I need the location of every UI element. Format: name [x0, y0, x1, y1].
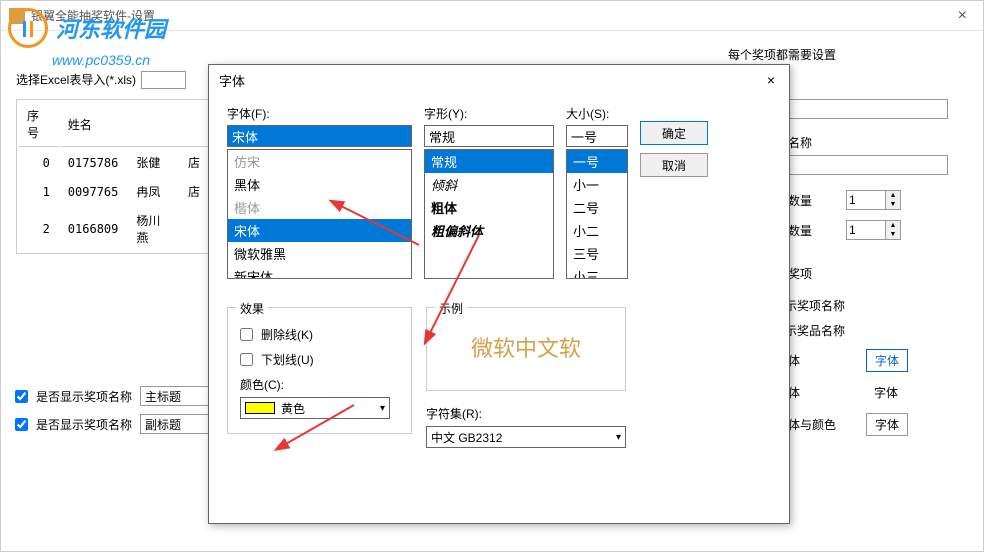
- cancel-button[interactable]: 取消: [640, 153, 708, 177]
- import-path-input[interactable]: [141, 71, 186, 89]
- font-prize-button[interactable]: 字体: [866, 349, 908, 372]
- list-item[interactable]: 一号: [567, 150, 627, 173]
- size-input[interactable]: [566, 125, 628, 147]
- list-item[interactable]: 仿宋: [228, 150, 411, 173]
- font-listbox[interactable]: 仿宋 黑体 楷体 宋体 微软雅黑 新宋体 珠穆朗玛—乌金苏通体: [227, 149, 412, 279]
- list-item[interactable]: 二号: [567, 196, 627, 219]
- chevron-down-icon: ▾: [380, 403, 385, 414]
- table-row[interactable]: 1 0097765 冉凤 店: [19, 178, 208, 205]
- close-icon[interactable]: ×: [950, 7, 975, 25]
- chk-label: 是否显示奖项名称: [36, 388, 132, 405]
- sample-text: 微软中文软: [439, 318, 613, 376]
- chk-underline[interactable]: [240, 353, 253, 366]
- list-item[interactable]: 楷体: [228, 196, 411, 219]
- dialog-title: 字体: [219, 71, 763, 90]
- logo-icon: [8, 8, 48, 48]
- list-item[interactable]: 常规: [425, 150, 553, 173]
- chk-strikethrough[interactable]: [240, 328, 253, 341]
- strike-label: 删除线(K): [261, 326, 313, 343]
- font-winlist-button[interactable]: 字体: [866, 413, 908, 436]
- close-icon[interactable]: ×: [763, 72, 779, 88]
- spinner-down-icon[interactable]: ▼: [886, 200, 900, 209]
- effects-title: 效果: [236, 300, 268, 317]
- chevron-down-icon: ▾: [616, 432, 621, 443]
- list-item[interactable]: 黑体: [228, 173, 411, 196]
- font-name-input[interactable]: [227, 125, 412, 147]
- color-select[interactable]: 黄色 ▾: [240, 397, 390, 419]
- style-label: 字形(Y):: [424, 105, 554, 122]
- draw-count-input[interactable]: [846, 220, 886, 240]
- chk-label: 是否显示奖项名称: [36, 416, 132, 433]
- table-row[interactable]: 0 0175786 张健 店: [19, 149, 208, 176]
- logo-url: www.pc0359.cn: [0, 52, 174, 68]
- watermark: 河东软件园 www.pc0359.cn: [0, 0, 174, 68]
- charset-select[interactable]: 中文 GB2312 ▾: [426, 426, 626, 448]
- font-label: 字体(F):: [227, 105, 412, 122]
- list-item[interactable]: 新宋体: [228, 265, 411, 279]
- chk-show-prize-name-1[interactable]: [15, 390, 28, 403]
- color-label: 颜色(C):: [240, 376, 399, 393]
- size-label: 大小(S):: [566, 105, 628, 122]
- style-listbox[interactable]: 常规 倾斜 粗体 粗偏斜体: [424, 149, 554, 279]
- win-count-input[interactable]: [846, 190, 886, 210]
- header-name: 姓名: [60, 102, 208, 147]
- font-dialog: 字体 × 字体(F): 仿宋 黑体 楷体 宋体 微软雅黑 新宋体 珠穆朗玛—乌金…: [208, 64, 790, 524]
- size-listbox[interactable]: 一号 小一 二号 小二 三号 小三 四号: [566, 149, 628, 279]
- color-swatch-icon: [245, 402, 275, 414]
- style-input[interactable]: [424, 125, 554, 147]
- underline-label: 下划线(U): [261, 351, 314, 368]
- import-label: 选择Excel表导入(*.xls): [16, 71, 136, 89]
- header-seq: 序号: [19, 102, 58, 147]
- list-item[interactable]: 三号: [567, 242, 627, 265]
- list-item[interactable]: 倾斜: [425, 173, 553, 196]
- list-item[interactable]: 小一: [567, 173, 627, 196]
- spinner-up-icon[interactable]: ▲: [886, 191, 900, 200]
- spinner-up-icon[interactable]: ▲: [886, 221, 900, 230]
- color-value: 黄色: [281, 400, 305, 417]
- list-item[interactable]: 粗体: [425, 196, 553, 219]
- list-item[interactable]: 小二: [567, 219, 627, 242]
- font-item-button[interactable]: 字体: [866, 382, 906, 403]
- sample-title: 示例: [435, 300, 467, 317]
- list-item[interactable]: 宋体: [228, 219, 411, 242]
- right-note: 每个奖项都需要设置: [728, 46, 968, 63]
- chk-show-prize-name-2[interactable]: [15, 418, 28, 431]
- list-item[interactable]: 粗偏斜体: [425, 219, 553, 242]
- charset-value: 中文 GB2312: [431, 429, 502, 446]
- spinner-down-icon[interactable]: ▼: [886, 230, 900, 239]
- list-item[interactable]: 小三: [567, 265, 627, 279]
- table-row[interactable]: 2 0166809 杨川燕: [19, 207, 208, 251]
- list-item[interactable]: 微软雅黑: [228, 242, 411, 265]
- logo-text: 河东软件园: [56, 12, 166, 44]
- charset-label: 字符集(R):: [426, 405, 626, 422]
- ok-button[interactable]: 确定: [640, 121, 708, 145]
- data-table: 序号 姓名 0 0175786 张健 店 1 0097765 冉凤 店 2: [16, 99, 211, 254]
